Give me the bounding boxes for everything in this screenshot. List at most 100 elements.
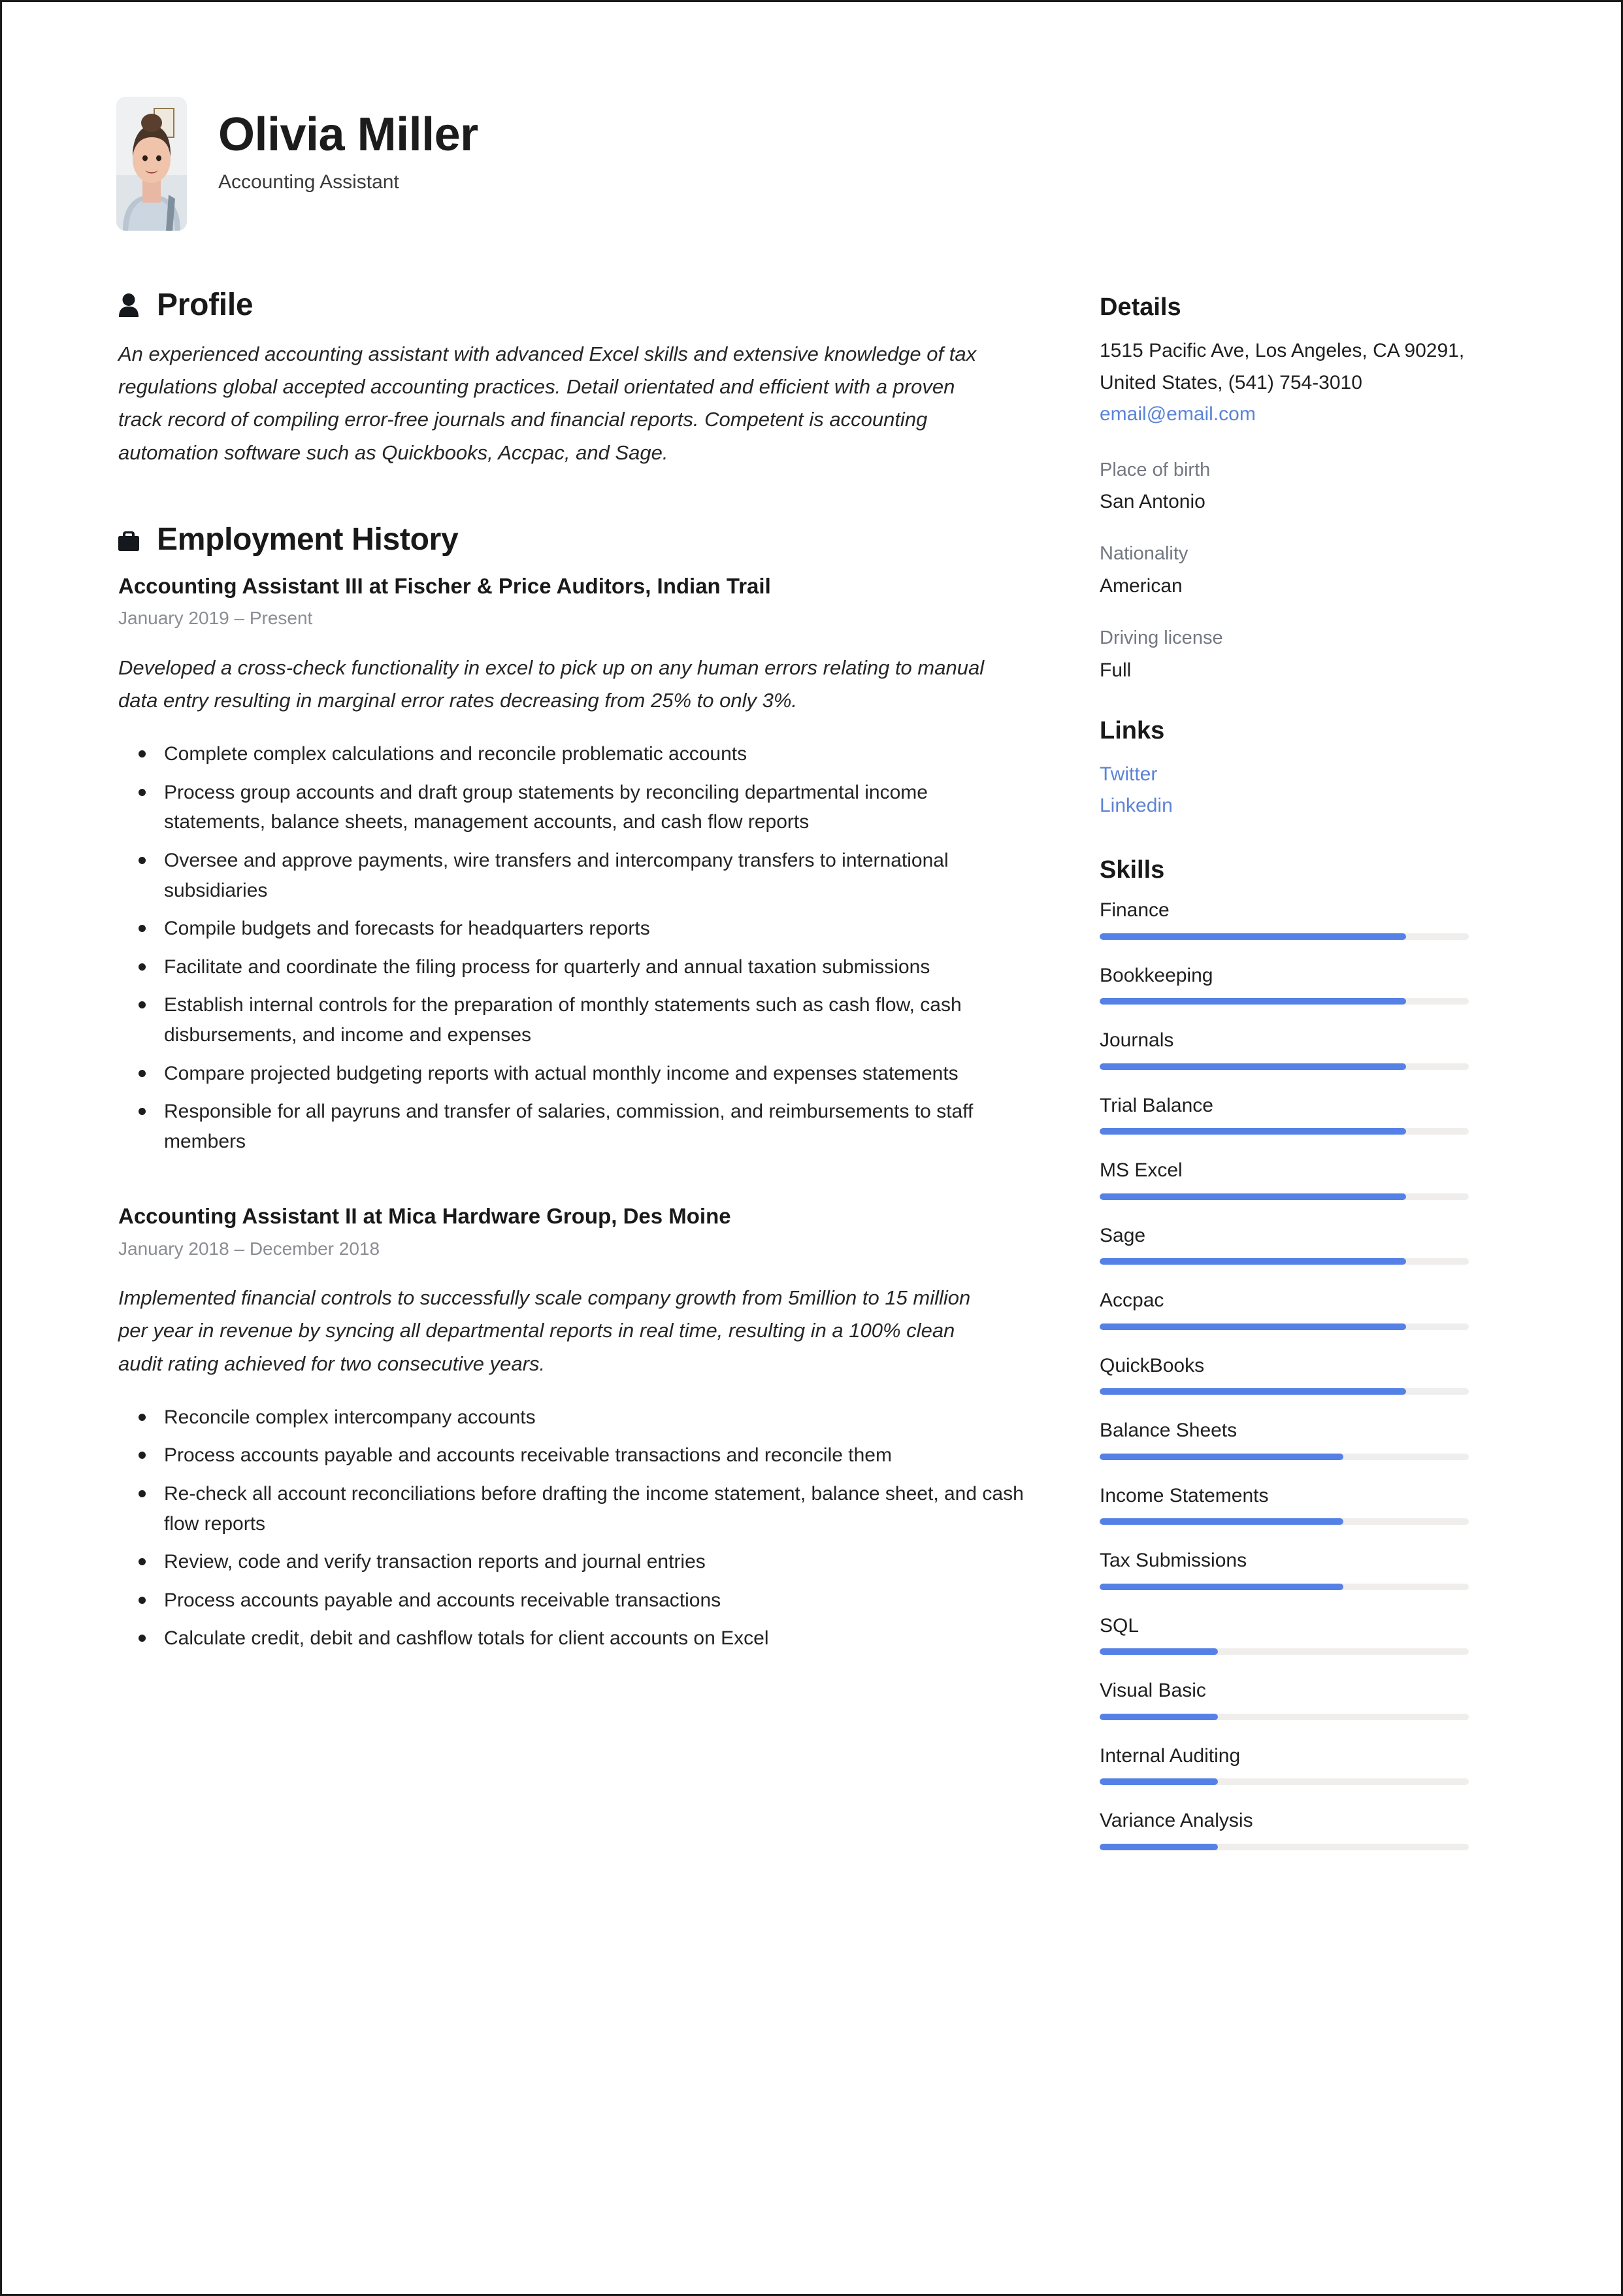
link-twitter[interactable]: Twitter [1100,759,1492,791]
skill-label: SQL [1100,1614,1139,1637]
skill-bar-track [1100,1128,1469,1135]
skill-bar-fill [1100,1128,1406,1135]
skill-bar-fill [1100,933,1406,940]
skill-bar-track [1100,1323,1469,1330]
avatar [116,97,187,231]
skill-label: Balance Sheets [1100,1420,1238,1442]
list-item: Review, code and verify transaction repo… [139,1547,1030,1577]
employment-section-head: Employment History [116,524,1067,556]
skill-label: Accpac [1100,1289,1164,1312]
skill-row: Trial Balance [1100,1093,1492,1135]
skill-bar-fill [1100,1583,1343,1590]
skill-bar-track [1100,1453,1469,1460]
briefcase-icon [116,525,141,554]
skill-row: Journals [1100,1028,1492,1070]
skill-label: Tax Submissions [1100,1550,1247,1572]
skill-label: QuickBooks [1100,1354,1205,1376]
links-section: Links Twitter Linkedin [1100,718,1492,822]
list-item: Process accounts payable and accounts re… [139,1440,1030,1471]
skill-bar-track [1100,1713,1469,1720]
job-bullets: Complete complex calculations and reconc… [118,739,1030,1156]
place-of-birth-value: San Antonio [1100,491,1205,513]
skill-row: MS Excel [1100,1158,1492,1200]
details-section: Details 1515 Pacific Ave, Los Angeles, C… [1100,295,1492,683]
link-linkedin[interactable]: Linkedin [1100,790,1492,822]
employment-item: Accounting Assistant II at Mica Hardware… [116,1203,1067,1654]
resume-header: Olivia Miller Accounting Assistant [116,97,1510,231]
profile-heading: Profile [157,288,254,322]
page-title: Olivia Miller [218,108,478,161]
profile-section-head: Profile [116,290,1067,321]
skill-row: Income Statements [1100,1484,1492,1525]
skill-row: Visual Basic [1100,1678,1492,1720]
sidebar: Details 1515 Pacific Ave, Los Angeles, C… [1100,290,1492,1874]
list-item: Establish internal controls for the prep… [139,990,1030,1050]
nationality-value: American [1100,575,1183,597]
skill-bar-track [1100,1063,1469,1070]
list-item: Calculate credit, debit and cashflow tot… [139,1623,1030,1654]
skill-bar-track [1100,1258,1469,1265]
skill-label: Journals [1100,1029,1174,1052]
driving-license-label: Driving license [1100,627,1223,649]
list-item: Facilitate and coordinate the filing pro… [139,952,1030,982]
skill-row: Accpac [1100,1288,1492,1330]
skill-bar-fill [1100,1063,1406,1070]
details-heading: Details [1100,293,1181,321]
skill-row: Finance [1100,898,1492,940]
list-item: Responsible for all payruns and transfer… [139,1097,1030,1156]
nationality-label: Nationality [1100,543,1189,565]
list-item: Compare projected budgeting reports with… [139,1059,1030,1089]
skill-row: QuickBooks [1100,1354,1492,1395]
detail-field: Place of birth San Antonio [1100,458,1492,515]
job-bullets: Reconcile complex intercompany accounts … [118,1403,1030,1654]
email-link[interactable]: email@email.com [1100,399,1492,431]
skill-bar-fill [1100,1518,1343,1525]
skill-bar-fill [1100,1193,1406,1200]
list-item: Reconcile complex intercompany accounts [139,1403,1030,1433]
skill-row: Bookkeeping [1100,963,1492,1005]
list-item: Process accounts payable and accounts re… [139,1586,1030,1616]
skill-label: Bookkeeping [1100,964,1213,986]
list-item: Complete complex calculations and reconc… [139,739,1030,769]
place-of-birth-label: Place of birth [1100,459,1211,480]
skill-row: SQL [1100,1614,1492,1655]
skill-row: Sage [1100,1223,1492,1265]
skills-heading: Skills [1100,856,1165,884]
list-item: Oversee and approve payments, wire trans… [139,846,1030,905]
profile-text: An experienced accounting assistant with… [118,342,977,464]
job-dates: January 2018 – December 2018 [118,1238,380,1259]
skill-label: Internal Auditing [1100,1744,1241,1767]
job-summary: Implemented financial controls to succes… [118,1286,971,1375]
resume-page: Olivia Miller Accounting Assistant Profi… [0,0,1623,2296]
skill-label: Finance [1100,899,1170,922]
skill-row: Internal Auditing [1100,1744,1492,1786]
header-text: Olivia Miller Accounting Assistant [218,97,478,192]
job-title: Accounting Assistant [218,171,399,193]
address-text: 1515 Pacific Ave, Los Angeles, CA 90291,… [1100,340,1465,393]
detail-field: Nationality American [1100,542,1492,599]
skill-label: Income Statements [1100,1484,1269,1506]
skill-bar-track [1100,1583,1469,1590]
skill-bar-track [1100,998,1469,1005]
skill-bar-fill [1100,1388,1406,1395]
skill-bar-track [1100,1518,1469,1525]
skill-bar-fill [1100,998,1406,1005]
skill-bar-fill [1100,1648,1218,1655]
skill-bar-track [1100,1388,1469,1395]
profile-section: Profile An experienced accounting assist… [116,290,1067,469]
portrait-photo-icon [116,97,187,231]
skills-section: Skills Finance Bookkeeping Journals Trial B… [1100,857,1492,1850]
employment-item: Accounting Assistant III at Fischer & Pr… [116,573,1067,1156]
skill-bar-track [1100,1843,1469,1850]
skill-bar-fill [1100,1713,1218,1720]
skill-bar-fill [1100,1323,1406,1330]
driving-license-value: Full [1100,659,1132,681]
skill-bar-track [1100,933,1469,940]
list-item: Re-check all account reconciliations bef… [139,1479,1030,1539]
list-item: Process group accounts and draft group s… [139,778,1030,837]
links-list: Twitter Linkedin [1100,759,1492,822]
skill-row: Tax Submissions [1100,1548,1492,1590]
main-column: Profile An experienced accounting assist… [116,290,1067,1662]
skill-bar-track [1100,1778,1469,1786]
skill-label: Sage [1100,1224,1146,1246]
